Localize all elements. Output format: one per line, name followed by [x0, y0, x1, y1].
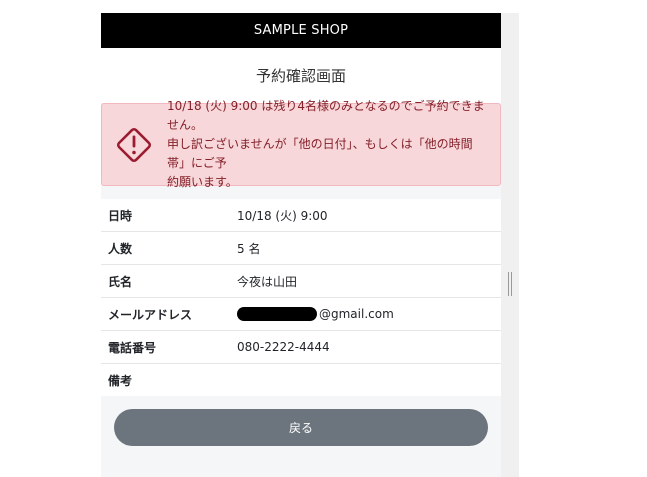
shop-header: SAMPLE SHOP — [101, 13, 501, 48]
alert-message: 10/18 (火) 9:00 は残り4名様のみとなるのでご予約できません。 申し… — [167, 97, 488, 192]
detail-row-phone: 電話番号 080-2222-4444 — [101, 331, 501, 364]
detail-value: 5 名 — [237, 241, 261, 256]
detail-value: 080-2222-4444 — [237, 340, 330, 354]
detail-value: 今夜は山田 — [237, 274, 298, 289]
detail-label: 備考 — [108, 373, 133, 388]
detail-row-name: 氏名 今夜は山田 — [101, 265, 501, 298]
page-title-bar: 予約確認画面 — [101, 48, 501, 103]
detail-row-notes: 備考 — [101, 364, 501, 396]
redaction-mark — [237, 307, 317, 322]
warning-diamond-icon — [116, 127, 152, 162]
back-button[interactable]: 戻る — [114, 409, 488, 446]
alert-line-3: 約願います。 — [167, 175, 238, 189]
detail-label: 日時 — [108, 208, 133, 223]
detail-row-datetime: 日時 10/18 (火) 9:00 — [101, 199, 501, 232]
reservation-details: 日時 10/18 (火) 9:00 人数 5 名 氏名 今夜は山田 メールアドレ… — [101, 199, 501, 396]
availability-alert: 10/18 (火) 9:00 は残り4名様のみとなるのでご予約できません。 申し… — [101, 99, 501, 189]
detail-value: @gmail.com — [237, 307, 501, 322]
scrollbar-thumb[interactable] — [508, 272, 512, 296]
detail-label: 電話番号 — [108, 340, 157, 355]
alert-line-2: 申し訳ございませんが「他の日付」、もしくは「他の時間帯」にご予 — [167, 137, 473, 170]
shop-name: SAMPLE SHOP — [253, 23, 349, 38]
detail-label: メールアドレス — [108, 307, 193, 322]
alert-line-1: 10/18 (火) 9:00 は残り4名様のみとなるのでご予約できません。 — [167, 99, 485, 132]
email-domain: @gmail.com — [319, 306, 394, 321]
detail-row-email: メールアドレス @gmail.com — [101, 298, 501, 331]
detail-value: 10/18 (火) 9:00 — [237, 208, 328, 223]
page-title: 予約確認画面 — [255, 67, 346, 85]
detail-label: 人数 — [108, 241, 133, 256]
reservation-confirm-page: SAMPLE SHOP 予約確認画面 10/18 (火) 9:00 は残り4名様… — [101, 13, 501, 477]
action-area: 戻る — [101, 396, 501, 446]
detail-row-people: 人数 5 名 — [101, 232, 501, 265]
page-side-gutter — [501, 13, 519, 477]
detail-label: 氏名 — [108, 274, 133, 289]
